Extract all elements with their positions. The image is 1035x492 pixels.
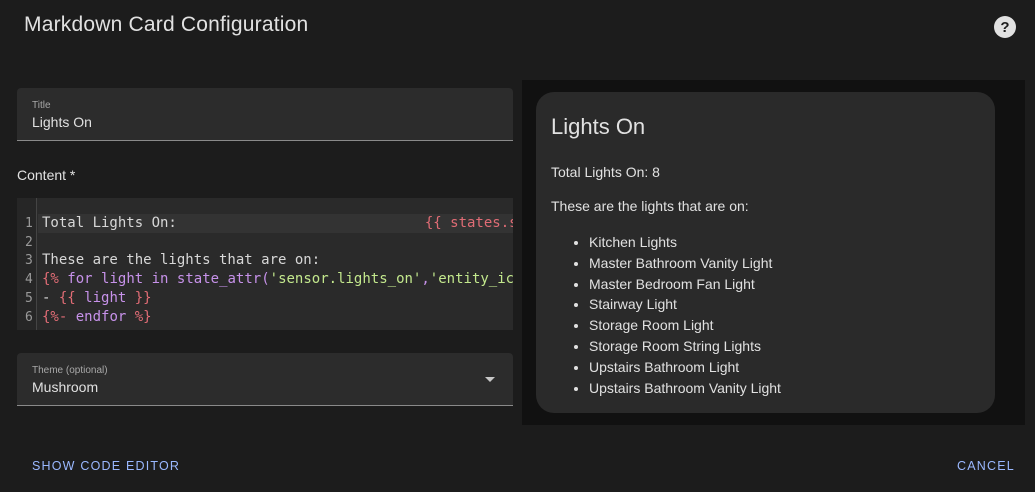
list-item: Stairway Light <box>589 294 980 315</box>
theme-select[interactable]: Theme (optional) Mushroom <box>17 353 513 406</box>
code-token: light <box>84 289 127 306</box>
list-item: Storage Room String Lights <box>589 336 980 357</box>
code-token: {% <box>42 271 59 288</box>
line-number: 4 <box>25 272 33 288</box>
code-line[interactable]: These are the lights that are on: <box>42 251 320 270</box>
code-token: , <box>421 271 430 288</box>
chevron-down-icon[interactable] <box>485 377 495 382</box>
preview-intro-text: These are the lights that are on: <box>551 198 749 214</box>
code-line[interactable]: {% for light in state_attr('sensor.light… <box>42 270 513 289</box>
code-token: 'sensor.lights_on' <box>269 271 422 288</box>
list-item: Upstairs Bathroom Vanity Light <box>589 378 980 399</box>
code-token: {{ <box>58 289 76 306</box>
code-expression: {{ states.s <box>424 215 513 231</box>
preview-total-text: Total Lights On: 8 <box>551 164 660 180</box>
code-line[interactable]: Total Lights On: {{ states.s <box>38 214 513 233</box>
list-item: Master Bathroom Vanity Light <box>589 253 980 274</box>
code-token: {%- <box>42 308 68 325</box>
code-token: }} <box>134 289 152 306</box>
theme-field-label: Theme (optional) <box>32 365 108 376</box>
cancel-button[interactable]: CANCEL <box>957 459 1015 473</box>
title-field[interactable]: Title <box>17 88 513 141</box>
code-token: state_attr( <box>176 271 270 288</box>
code-line[interactable]: - {{ light }} <box>42 289 152 308</box>
list-item: Master Bedroom Fan Light <box>589 274 980 295</box>
preview-title: Lights On <box>551 114 646 139</box>
code-line[interactable]: {%- endfor %} <box>42 308 152 327</box>
code-token: 'entity_ic <box>429 271 513 288</box>
line-number: 1 <box>25 216 33 231</box>
line-number: 3 <box>25 253 33 269</box>
theme-selected-value: Mushroom <box>32 379 99 395</box>
code-token: endfor <box>75 308 127 325</box>
list-item: Kitchen Lights <box>589 232 980 253</box>
content-label: Content * <box>17 167 76 183</box>
list-item: Storage Room Light <box>589 315 980 336</box>
title-field-label: Title <box>32 100 51 111</box>
help-icon[interactable]: ? <box>994 16 1016 38</box>
content-code-editor[interactable]: 1 2 3 4 5 6 Total Lights On:{{ states.s … <box>17 198 513 330</box>
list-item: Upstairs Bathroom Light <box>589 357 980 378</box>
title-input[interactable] <box>32 114 492 130</box>
code-text: Total Lights On: <box>42 215 177 231</box>
markdown-card-preview: Lights On Total Lights On: 8 These are t… <box>536 92 995 413</box>
line-number: 2 <box>25 234 33 250</box>
card-preview-area: Lights On Total Lights On: 8 These are t… <box>522 80 1025 425</box>
lights-list: Kitchen Lights Master Bathroom Vanity Li… <box>551 232 980 398</box>
code-token: for <box>67 271 93 288</box>
code-token: light <box>101 271 144 288</box>
show-code-editor-button[interactable]: SHOW CODE EDITOR <box>32 459 180 473</box>
code-token: - <box>42 289 59 306</box>
line-number: 5 <box>25 290 33 306</box>
dialog-title: Markdown Card Configuration <box>24 13 309 36</box>
code-token: in <box>151 271 169 288</box>
code-token: %} <box>134 308 152 325</box>
line-number: 6 <box>25 309 33 325</box>
